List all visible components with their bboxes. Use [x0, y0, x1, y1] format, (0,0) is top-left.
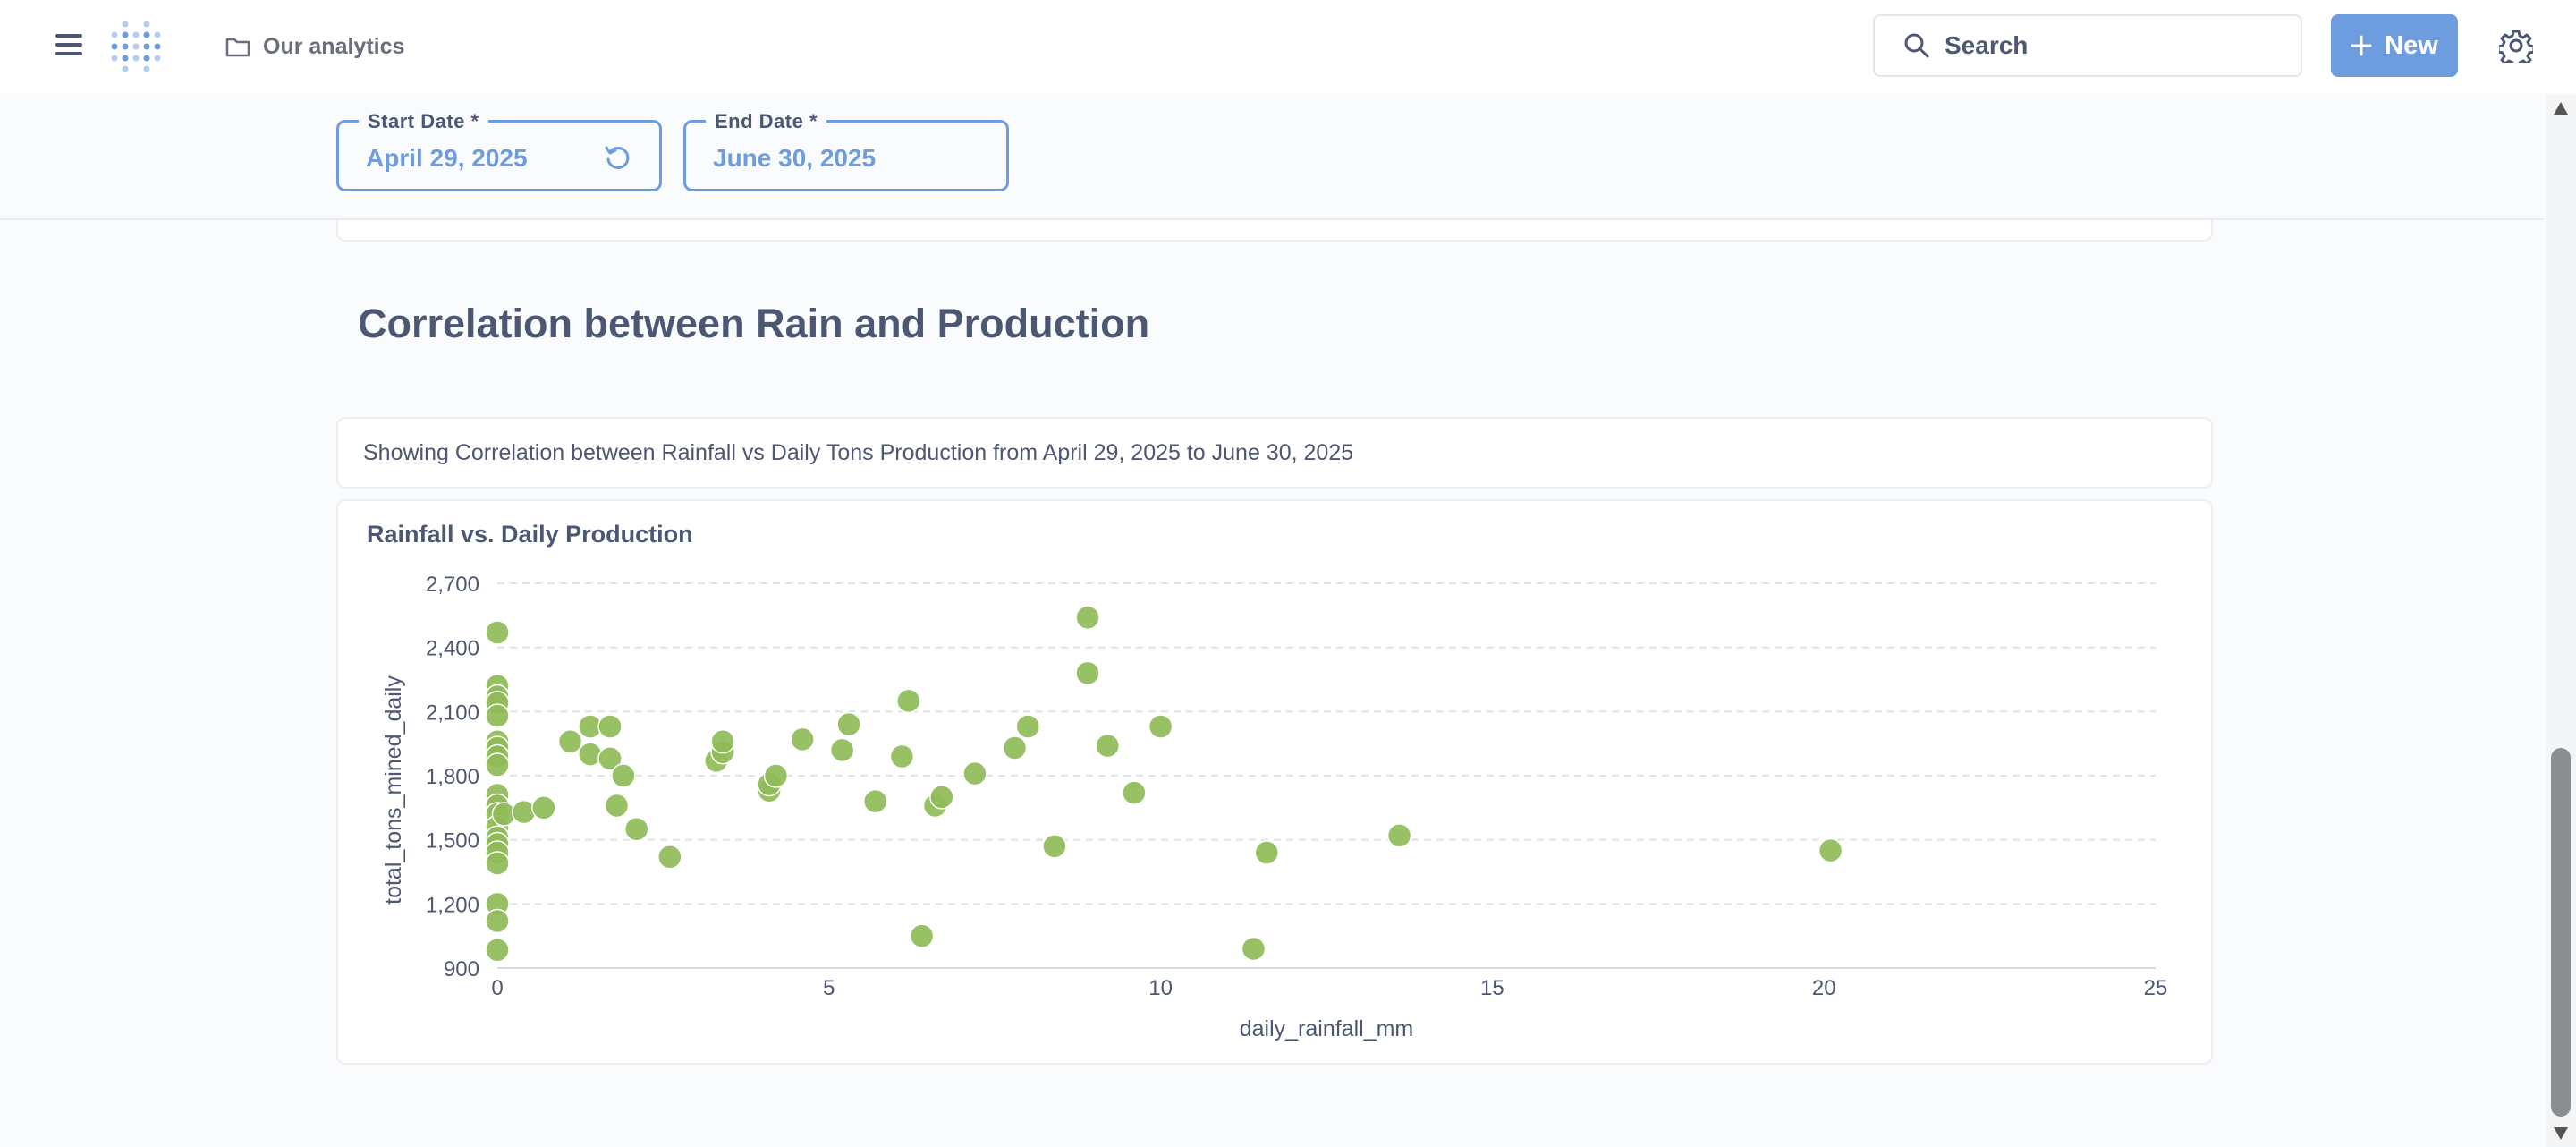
logo-icon[interactable] [109, 21, 161, 72]
previous-card-edge [336, 220, 2213, 242]
filter-bar: Start Date * April 29, 2025 End Date * J… [0, 95, 2544, 220]
scatter-chart: 900 1,200 1,500 1,800 2,100 2,400 2,700 0 5 10 15 2… [381, 573, 2168, 1041]
data-point[interactable] [710, 729, 735, 754]
text-card-content: Showing Correlation between Rainfall vs … [363, 439, 1354, 465]
data-point[interactable] [611, 763, 636, 788]
y-tick-label: 900 [444, 957, 479, 981]
data-point[interactable] [909, 923, 935, 948]
folder-icon [225, 38, 250, 57]
data-point[interactable] [511, 799, 537, 825]
data-point[interactable] [485, 937, 510, 963]
x-tick-label: 10 [1148, 976, 1173, 1000]
top-navbar: Our analytics New [0, 0, 2576, 93]
search-input[interactable] [1945, 31, 2267, 60]
y-tick-label: 2,400 [426, 637, 479, 661]
scroll-up-arrow-icon[interactable] [2554, 102, 2568, 115]
data-point[interactable] [896, 688, 921, 714]
x-tick-label: 25 [2144, 976, 2168, 1000]
data-point[interactable] [1095, 733, 1121, 759]
y-tick-label: 2,700 [426, 573, 479, 597]
end-date-label: End Date * [706, 110, 827, 133]
data-point[interactable] [1075, 605, 1100, 630]
scroll-down-arrow-icon[interactable] [2554, 1127, 2568, 1140]
data-point[interactable] [1386, 823, 1412, 848]
start-date-label: Start Date * [359, 110, 488, 133]
x-tick-label: 0 [491, 976, 503, 1000]
data-point[interactable] [531, 795, 556, 820]
x-tick-label: 5 [823, 976, 835, 1000]
y-tick-label: 1,800 [426, 765, 479, 789]
data-point[interactable] [862, 788, 888, 814]
data-point[interactable] [1042, 834, 1067, 859]
breadcrumb-label: Our analytics [263, 33, 405, 59]
search-box[interactable] [1873, 14, 2302, 77]
new-button[interactable]: New [2331, 14, 2458, 77]
x-axis-label: daily_rainfall_mm [1240, 1016, 1414, 1041]
data-point[interactable] [623, 816, 649, 842]
data-point[interactable] [485, 703, 510, 728]
data-point[interactable] [790, 726, 815, 752]
data-point[interactable] [557, 729, 583, 754]
data-point[interactable] [889, 743, 915, 769]
text-card: Showing Correlation between Rainfall vs … [336, 417, 2213, 489]
start-date-value: April 29, 2025 [366, 144, 528, 172]
data-point[interactable] [962, 760, 987, 786]
chart-card: Rainfall vs. Daily Production 900 1,200 1,… [336, 499, 2213, 1065]
data-point[interactable] [485, 752, 510, 777]
data-point[interactable] [578, 742, 603, 767]
x-tick-label: 20 [1812, 976, 1836, 1000]
data-point[interactable] [604, 793, 630, 819]
scrollbar-thumb[interactable] [2551, 748, 2571, 1117]
scrollbar[interactable] [2546, 95, 2576, 1147]
data-point[interactable] [1148, 714, 1174, 739]
data-point[interactable] [485, 908, 510, 934]
data-point[interactable] [1254, 840, 1280, 865]
y-tick-label: 1,200 [426, 893, 479, 917]
new-button-label: New [2385, 30, 2438, 60]
plus-icon [2351, 35, 2372, 56]
data-point[interactable] [929, 785, 954, 810]
data-point[interactable] [1818, 837, 1843, 863]
data-point[interactable] [485, 851, 510, 876]
data-point[interactable] [1075, 660, 1100, 686]
data-point[interactable] [829, 737, 855, 763]
data-point[interactable] [597, 714, 623, 739]
data-point[interactable] [836, 711, 861, 737]
y-axis-label: total_tons_mined_daily [381, 675, 406, 905]
gear-icon[interactable] [2499, 29, 2533, 63]
y-tick-label: 1,500 [426, 829, 479, 854]
start-date-filter[interactable]: Start Date * April 29, 2025 [336, 110, 662, 191]
end-date-filter[interactable]: End Date * June 30, 2025 [683, 110, 1009, 191]
y-tick-label: 2,100 [426, 701, 479, 725]
data-point[interactable] [657, 845, 682, 870]
data-point[interactable] [1002, 735, 1028, 760]
data-point[interactable] [763, 763, 789, 788]
reset-icon[interactable] [604, 144, 632, 173]
breadcrumb[interactable]: Our analytics [225, 30, 404, 63]
menu-icon[interactable] [55, 34, 82, 57]
data-point[interactable] [485, 620, 510, 645]
section-heading: Correlation between Rain and Production [358, 301, 1150, 346]
data-point[interactable] [1015, 714, 1041, 739]
x-tick-label: 15 [1480, 976, 1504, 1000]
data-point[interactable] [1241, 936, 1267, 962]
search-icon [1904, 33, 1929, 58]
data-point[interactable] [1122, 780, 1147, 805]
end-date-value: June 30, 2025 [713, 144, 877, 172]
